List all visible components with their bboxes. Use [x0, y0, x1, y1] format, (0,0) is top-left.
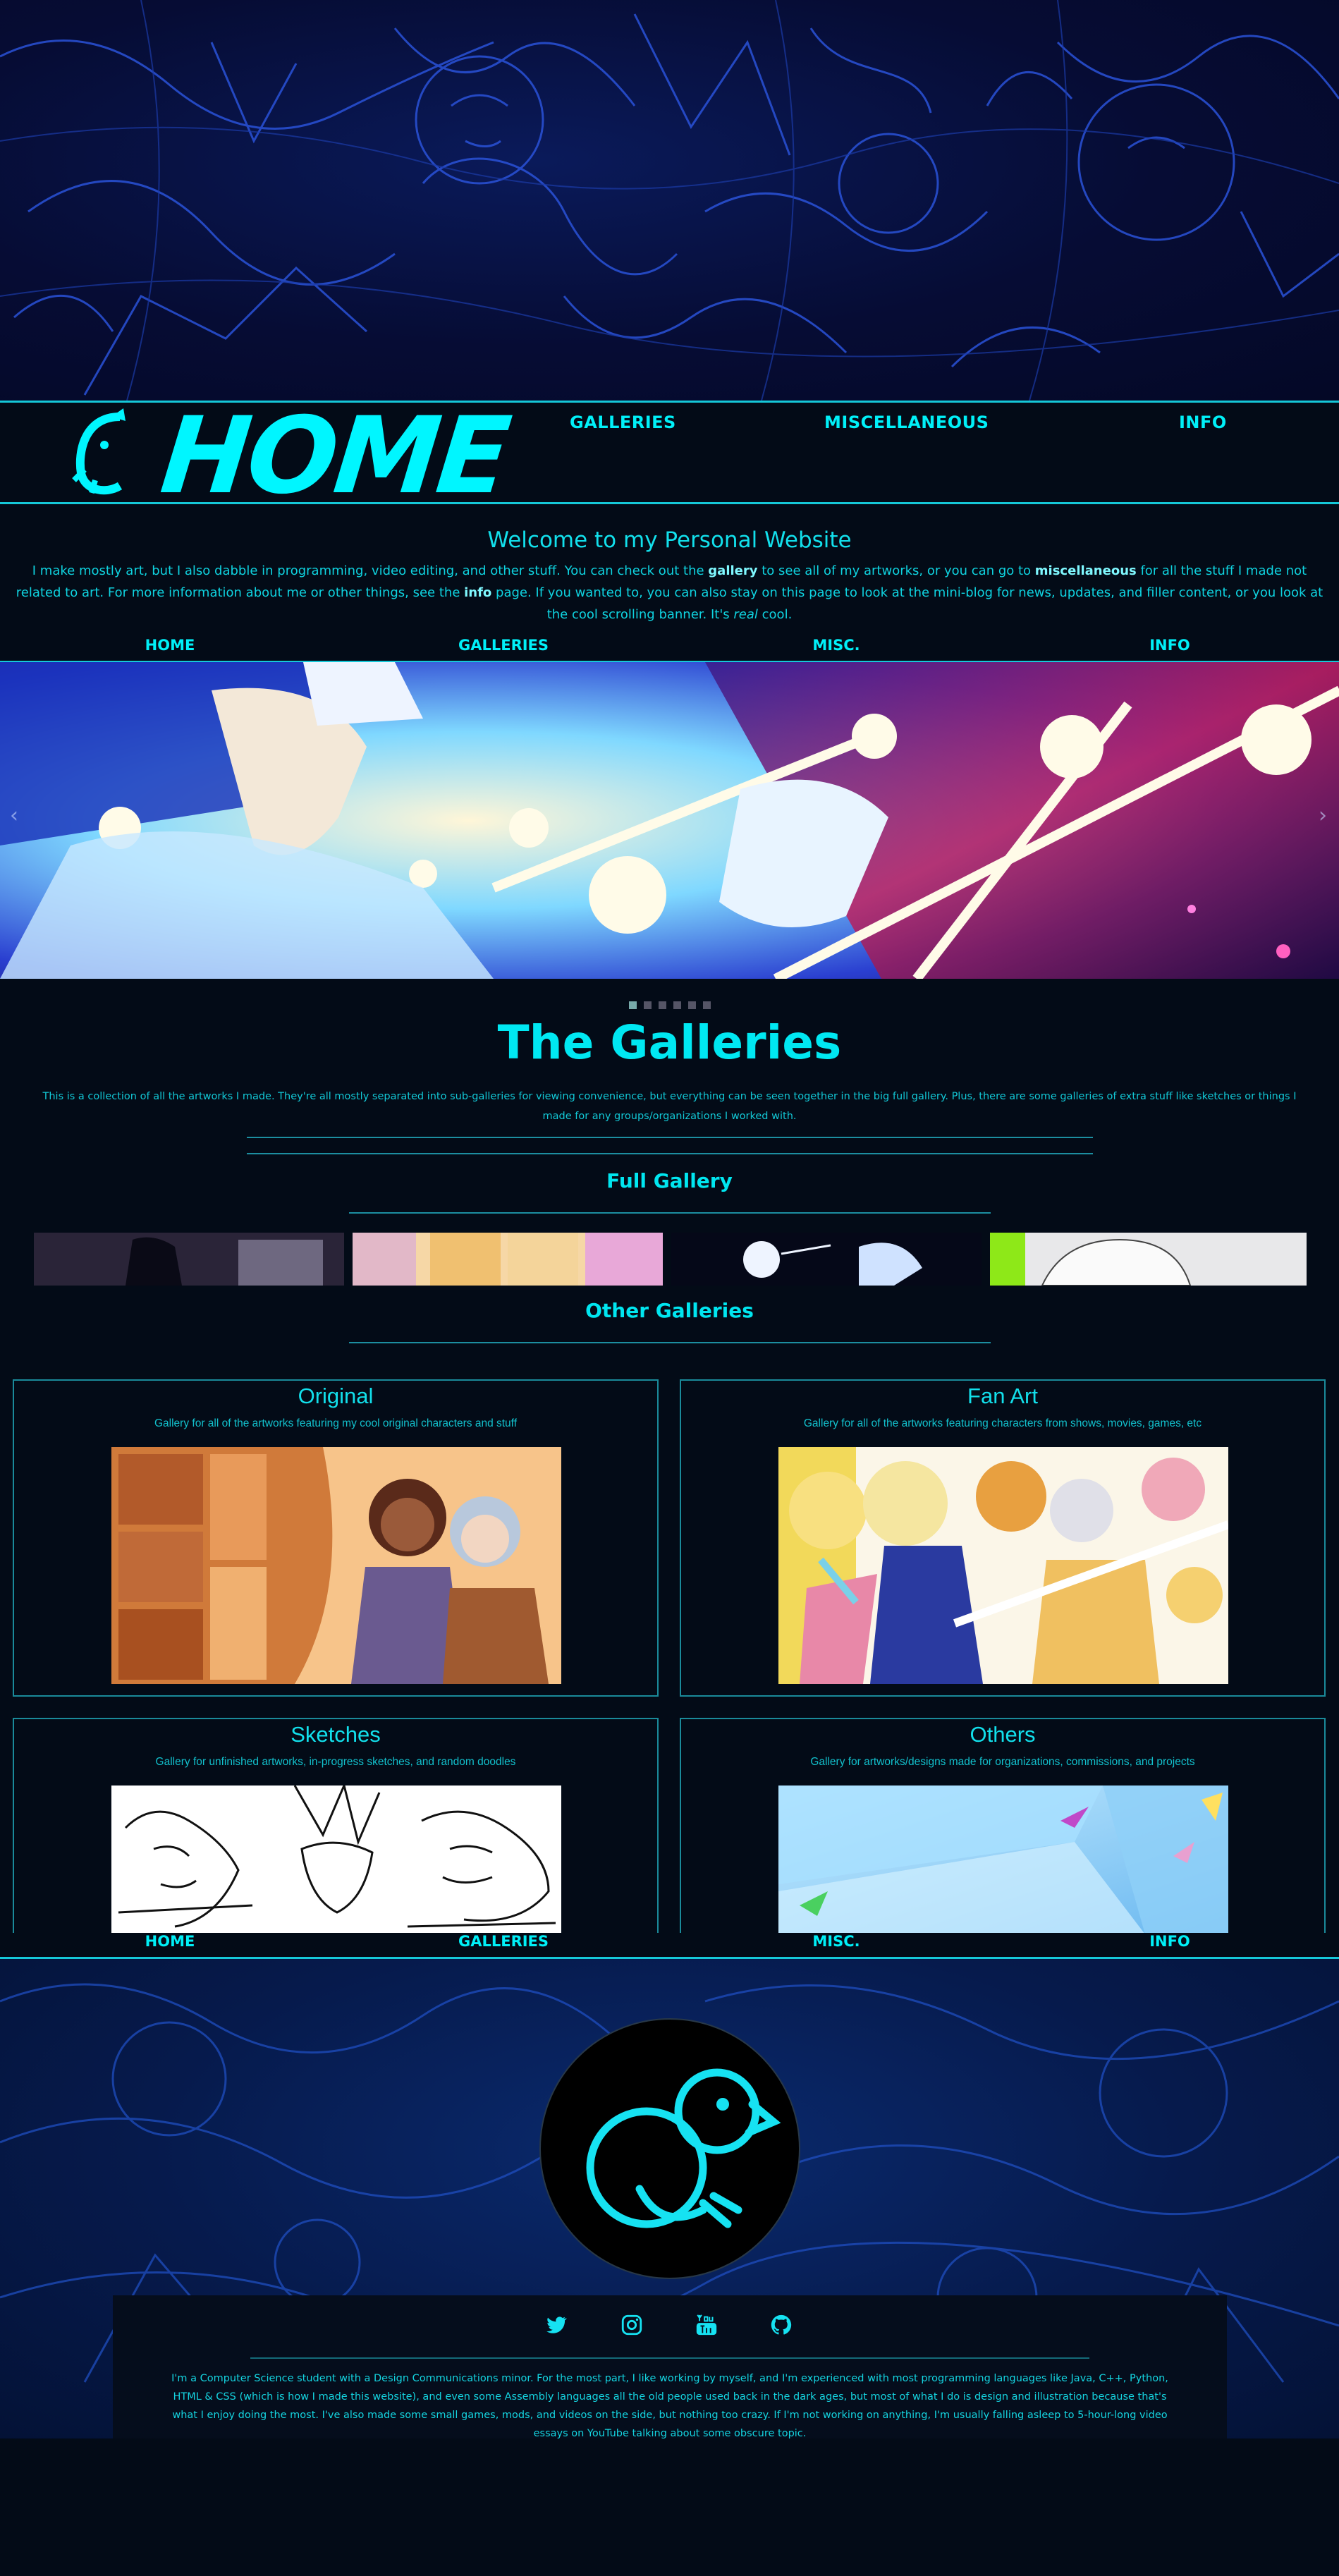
- carousel-indicators: [0, 999, 1339, 1012]
- galleries-description: This is a collection of all the artworks…: [42, 1091, 1297, 1122]
- carousel-dot[interactable]: [658, 1001, 666, 1009]
- welcome-text-1: I make mostly art, but I also dabble in …: [32, 563, 709, 578]
- subnav-info[interactable]: INFO: [1149, 1933, 1190, 1950]
- bird-avatar-icon: [586, 2068, 781, 2228]
- real-emphasis: real: [733, 607, 758, 622]
- card-title: Others: [970, 1722, 1036, 1747]
- card-description: Gallery for artworks/designs made for or…: [810, 1756, 1195, 1768]
- info-link[interactable]: info: [464, 585, 491, 600]
- home-logo[interactable]: HOME: [71, 395, 513, 518]
- bird-logo-icon: [72, 408, 126, 495]
- divider: [349, 1212, 991, 1214]
- nav-galleries[interactable]: GALLERIES: [570, 413, 676, 432]
- card-thumbnail-sketches: [111, 1786, 561, 1933]
- site-header: HOME GALLERIES MISCELLANEOUS INFO: [0, 395, 1339, 518]
- avatar: [539, 2018, 800, 2279]
- welcome-title: Welcome to my Personal Website: [487, 527, 852, 553]
- instagram-icon[interactable]: [620, 2313, 644, 2337]
- subnav-misc[interactable]: MISC.: [812, 1933, 860, 1950]
- twitter-icon[interactable]: [544, 2313, 568, 2337]
- full-gallery-strip[interactable]: [34, 1233, 1307, 1286]
- galleries-title: The Galleries: [497, 1015, 842, 1070]
- subnav-info[interactable]: INFO: [1149, 637, 1190, 654]
- card-thumbnail-fan-art: [778, 1447, 1228, 1684]
- subnav-home[interactable]: HOME: [145, 1933, 195, 1950]
- card-thumbnail-original: [111, 1447, 561, 1684]
- welcome-text-2: to see all of my artworks, or you can go…: [757, 563, 1035, 578]
- miscellaneous-link[interactable]: miscellaneous: [1035, 563, 1137, 578]
- other-galleries-title: Other Galleries: [585, 1299, 754, 1322]
- welcome-text-5: cool.: [757, 607, 793, 622]
- divider: [247, 1153, 1093, 1154]
- gallery-card-sketches[interactable]: Sketches Gallery for unfinished artworks…: [13, 1718, 659, 1933]
- carousel-dot[interactable]: [673, 1001, 681, 1009]
- card-description: Gallery for unfinished artworks, in-prog…: [155, 1756, 516, 1768]
- banner-line-art: [0, 0, 1339, 401]
- welcome-paragraph: I make mostly art, but I also dabble in …: [14, 560, 1326, 625]
- carousel-slide-image: [0, 662, 1339, 979]
- gallery-card-others[interactable]: Others Gallery for artworks/designs made…: [680, 1718, 1326, 1933]
- divider: [349, 1342, 991, 1343]
- gallery-link[interactable]: gallery: [708, 563, 757, 578]
- carousel-dot[interactable]: [702, 1001, 711, 1009]
- subnav-galleries[interactable]: GALLERIES: [458, 637, 549, 654]
- carousel-prev-button[interactable]: ‹: [10, 803, 18, 828]
- subnav-top: HOME GALLERIES MISC. INFO: [0, 637, 1339, 662]
- subnav-misc[interactable]: MISC.: [812, 637, 860, 654]
- footer-bio: I'm a Computer Science student with a De…: [171, 2373, 1168, 2439]
- welcome-section: Welcome to my Personal Website I make mo…: [0, 527, 1339, 625]
- subnav-galleries[interactable]: GALLERIES: [458, 1933, 549, 1950]
- youtube-icon[interactable]: [695, 2313, 719, 2337]
- gallery-card-original[interactable]: Original Gallery for all of the artworks…: [13, 1379, 659, 1697]
- footer-bottom: [0, 2438, 1339, 2576]
- card-title: Sketches: [291, 1722, 381, 1747]
- nav-miscellaneous[interactable]: MISCELLANEOUS: [824, 413, 989, 432]
- divider: [247, 1137, 1093, 1138]
- top-banner-artwork: [0, 0, 1339, 401]
- carousel-dot[interactable]: [687, 1001, 696, 1009]
- github-icon[interactable]: [769, 2313, 793, 2337]
- subnav-home[interactable]: HOME: [145, 637, 195, 654]
- full-gallery-title: Full Gallery: [606, 1169, 733, 1192]
- card-thumbnail-others: [778, 1786, 1228, 1933]
- carousel-next-button[interactable]: ›: [1319, 803, 1327, 828]
- full-gallery-thumbnails: [34, 1233, 1307, 1286]
- carousel-dot[interactable]: [643, 1001, 652, 1009]
- nav-info[interactable]: INFO: [1179, 413, 1227, 432]
- subnav-bottom: HOME GALLERIES MISC. INFO: [0, 1933, 1339, 1959]
- gallery-card-fan-art[interactable]: Fan Art Gallery for all of the artworks …: [680, 1379, 1326, 1697]
- image-carousel[interactable]: ‹ ›: [0, 662, 1339, 979]
- card-description: Gallery for all of the artworks featurin…: [154, 1417, 518, 1429]
- carousel-dot[interactable]: [628, 1001, 637, 1009]
- divider: [250, 2357, 1089, 2359]
- card-title: Original: [298, 1384, 374, 1408]
- card-description: Gallery for all of the artworks featurin…: [803, 1417, 1202, 1429]
- welcome-text-4: page. If you wanted to, you can also sta…: [491, 585, 1323, 622]
- card-title: Fan Art: [967, 1384, 1038, 1408]
- logo-text: HOME: [155, 395, 513, 518]
